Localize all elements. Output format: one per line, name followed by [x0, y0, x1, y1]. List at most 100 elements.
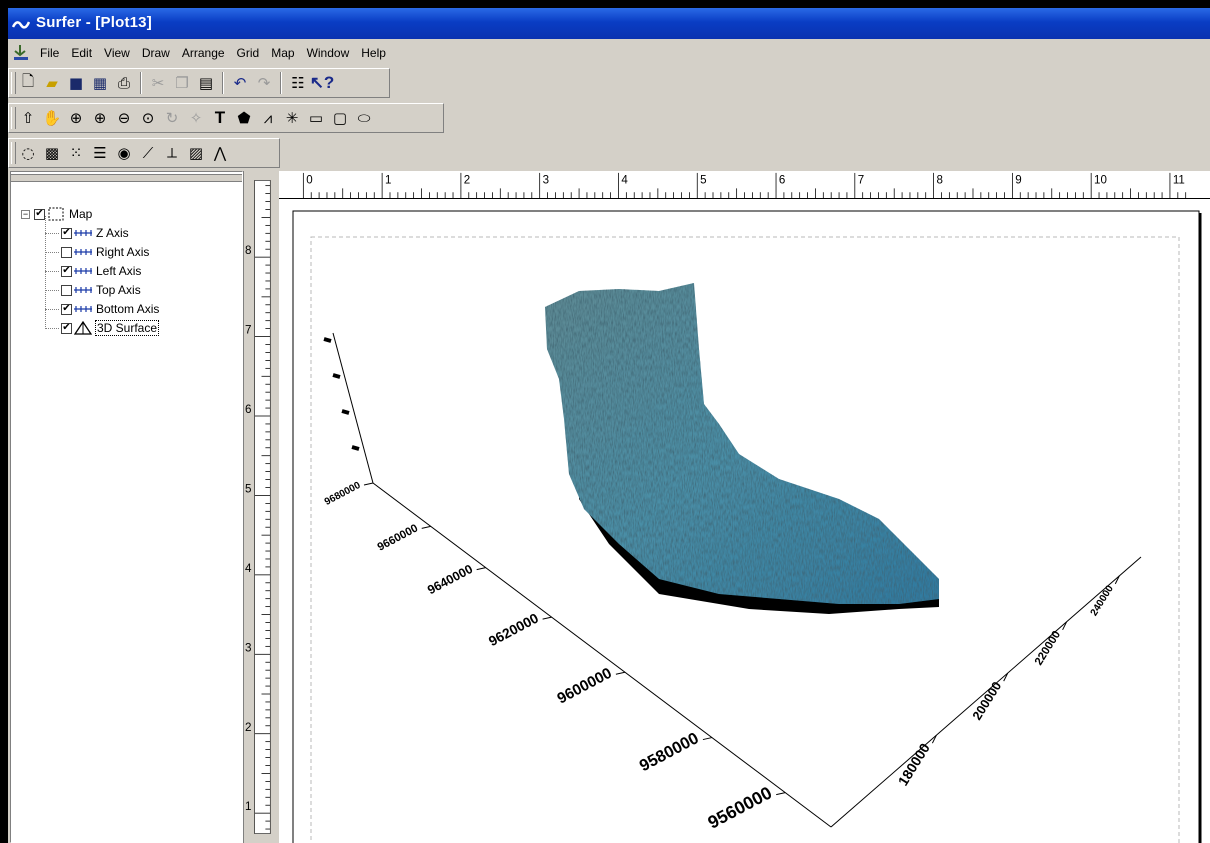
- reshape-icon[interactable]: ✧: [185, 107, 207, 129]
- zoom-in-icon[interactable]: ⊕: [89, 107, 111, 129]
- contour-map-icon[interactable]: ◌: [17, 142, 39, 164]
- redo-icon[interactable]: ↷: [253, 72, 275, 94]
- axis-icon: [74, 287, 92, 293]
- paste-icon[interactable]: ▤: [195, 72, 217, 94]
- polygon-icon[interactable]: ⬟: [233, 107, 255, 129]
- worksheet-icon[interactable]: ▦: [89, 72, 111, 94]
- menu-edit[interactable]: Edit: [65, 46, 98, 60]
- left-axis-checkbox[interactable]: ✔: [61, 265, 72, 277]
- map-frame-icon: [48, 207, 64, 221]
- ruler-label: 6: [779, 175, 785, 187]
- object-manager-icon[interactable]: ☷: [287, 72, 309, 94]
- vector-map-icon[interactable]: ⟋: [137, 142, 159, 164]
- rectangle-icon[interactable]: ▭: [305, 107, 327, 129]
- surface-icon[interactable]: ⋀: [209, 142, 231, 164]
- vertical-ruler[interactable]: 8 7 6 5 4 3 2 1: [243, 171, 279, 843]
- axis-icon: [74, 249, 92, 255]
- tree-item-bottom-axis[interactable]: ✔ Bottom Axis: [61, 300, 160, 318]
- image-map-icon[interactable]: ▩: [41, 142, 63, 164]
- ruler-label: 7: [858, 175, 864, 187]
- shaded-relief-icon[interactable]: ◉: [113, 142, 135, 164]
- wireframe-icon[interactable]: ▨: [185, 142, 207, 164]
- tree-line: [45, 233, 59, 234]
- ruler-label: 2: [464, 175, 470, 187]
- title-bar: Surfer - [Plot13]: [8, 8, 1210, 39]
- undo-icon[interactable]: ↶: [229, 72, 251, 94]
- ruler-label: 1: [245, 800, 251, 813]
- tree-item-top-axis[interactable]: Top Axis: [61, 281, 142, 299]
- top-axis-checkbox[interactable]: [61, 284, 72, 296]
- zoom-page-icon[interactable]: ⊙: [137, 107, 159, 129]
- ruler-label: 0: [306, 175, 312, 187]
- standard-toolbar: 🗋 ▰ ■ ▦ ⎙ ✂ ❐ ▤ ↶ ↷ ☷ ↖?: [8, 68, 390, 98]
- horizontal-ruler[interactable]: 0 1 2 3 4 5 6 7 8 9 10 11: [279, 171, 1210, 199]
- text-icon[interactable]: T: [209, 107, 231, 129]
- tree-item-right-axis[interactable]: Right Axis: [61, 243, 150, 261]
- symbol-icon[interactable]: ✳: [281, 107, 303, 129]
- surface-icon: [74, 321, 92, 335]
- tree-line: [45, 309, 59, 310]
- object-manager-splitter[interactable]: [11, 174, 242, 182]
- separator: [222, 72, 224, 94]
- z-axis-tick: [332, 373, 341, 379]
- save-icon[interactable]: ■: [65, 72, 87, 94]
- ruler-label: 11: [1173, 175, 1185, 187]
- ruler-label: 3: [245, 641, 251, 654]
- zoom-out-icon[interactable]: ⊖: [113, 107, 135, 129]
- z-axis-tick: [323, 337, 332, 343]
- tree-label-top-axis: Top Axis: [96, 283, 141, 297]
- base-map-icon[interactable]: ⟂: [161, 142, 183, 164]
- menu-window[interactable]: Window: [301, 46, 356, 60]
- axis-icon: [74, 268, 92, 274]
- open-icon[interactable]: ▰: [41, 72, 63, 94]
- plot-canvas[interactable]: 9680000966000096400009620000960000095800…: [279, 199, 1210, 843]
- new-icon[interactable]: 🗋: [17, 72, 39, 94]
- pan-icon[interactable]: ✋: [41, 107, 63, 129]
- menu-draw[interactable]: Draw: [136, 46, 176, 60]
- ellipse-icon[interactable]: ⬭: [353, 107, 375, 129]
- bottom-axis-checkbox[interactable]: ✔: [61, 303, 72, 315]
- tree-label-right-axis: Right Axis: [96, 245, 150, 259]
- menu-grid[interactable]: Grid: [231, 46, 266, 60]
- ruler-label: 7: [245, 324, 251, 337]
- map-checkbox[interactable]: ✔: [34, 208, 45, 220]
- ruler-label: 4: [245, 562, 252, 575]
- ruler-label: 1: [385, 175, 391, 187]
- menu-file[interactable]: File: [34, 46, 65, 60]
- document-control-icon[interactable]: [12, 44, 30, 62]
- collapse-icon[interactable]: −: [21, 209, 30, 219]
- cut-icon[interactable]: ✂: [147, 72, 169, 94]
- right-axis-checkbox[interactable]: [61, 246, 72, 258]
- object-manager: − ✔ Map ✔ Z Axis Right Axis ✔ Left Axis …: [10, 171, 243, 843]
- tree-label-map: Map: [69, 207, 93, 221]
- tree-item-3d-surface[interactable]: ✔ 3D Surface: [61, 319, 160, 337]
- 3d-surface-checkbox[interactable]: ✔: [61, 322, 72, 334]
- print-icon[interactable]: ⎙: [113, 72, 135, 94]
- ruler-label: 2: [245, 721, 251, 734]
- copy-icon[interactable]: ❐: [171, 72, 193, 94]
- surfer-app-icon[interactable]: [12, 15, 30, 33]
- zoom-rectangle-icon[interactable]: ⊕: [65, 107, 87, 129]
- tree-item-left-axis[interactable]: ✔ Left Axis: [61, 262, 142, 280]
- menu-help[interactable]: Help: [355, 46, 392, 60]
- menu-arrange[interactable]: Arrange: [176, 46, 231, 60]
- menu-view[interactable]: View: [98, 46, 136, 60]
- rounded-rectangle-icon[interactable]: ▢: [329, 107, 351, 129]
- menu-map[interactable]: Map: [265, 46, 300, 60]
- classed-post-icon[interactable]: ☰: [89, 142, 111, 164]
- tree-item-z-axis[interactable]: ✔ Z Axis: [61, 224, 130, 242]
- select-icon[interactable]: ⇧: [17, 107, 39, 129]
- tree-line: [45, 252, 59, 253]
- post-map-icon[interactable]: ⁙: [65, 142, 87, 164]
- ruler-label: 4: [621, 175, 628, 187]
- tree-item-map[interactable]: − ✔ Map: [21, 205, 93, 223]
- z-axis-tick: [341, 409, 350, 415]
- rotate-icon[interactable]: ↻: [161, 107, 183, 129]
- polyline-icon[interactable]: ⩘: [257, 107, 279, 129]
- z-axis-checkbox[interactable]: ✔: [61, 227, 72, 239]
- tree-label-3d-surface: 3D Surface: [95, 320, 160, 336]
- map-toolbar: ◌ ▩ ⁙ ☰ ◉ ⟋ ⟂ ▨ ⋀: [8, 138, 280, 168]
- draw-toolbar: ⇧ ✋ ⊕ ⊕ ⊖ ⊙ ↻ ✧ T ⬟ ⩘ ✳ ▭ ▢ ⬭: [8, 103, 444, 133]
- menu: File Edit View Draw Arrange Grid Map Win…: [34, 46, 392, 60]
- context-help-icon[interactable]: ↖?: [310, 72, 335, 94]
